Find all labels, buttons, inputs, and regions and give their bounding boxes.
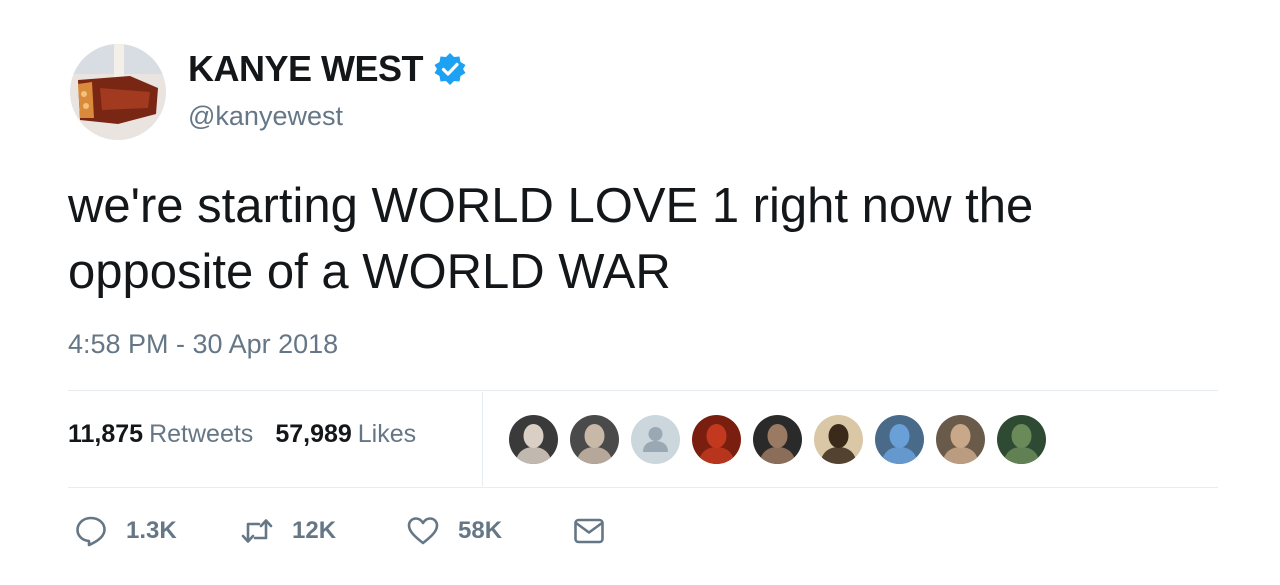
retweet-count: 12K bbox=[292, 517, 337, 544]
likes-stat[interactable]: 57,989 Likes bbox=[275, 420, 416, 449]
retweets-label: Retweets bbox=[149, 420, 254, 448]
liker-avatar[interactable] bbox=[996, 414, 1047, 465]
reply-button[interactable]: 1.3K bbox=[74, 514, 240, 548]
user-display-name-row[interactable]: KANYE WEST bbox=[188, 48, 467, 90]
liker-avatar[interactable] bbox=[874, 414, 925, 465]
tweet-timestamp[interactable]: 4:58 PM - 30 Apr 2018 bbox=[68, 329, 338, 360]
reply-icon bbox=[76, 516, 106, 547]
reply-count: 1.3K bbox=[126, 517, 177, 544]
liker-avatar[interactable] bbox=[569, 414, 620, 465]
retweet-icon bbox=[241, 519, 273, 543]
tweet-actions: 1.3K 12K 58K bbox=[74, 514, 606, 548]
divider-bottom bbox=[68, 487, 1218, 488]
likes-count: 57,989 bbox=[275, 420, 352, 448]
profile-avatar[interactable] bbox=[70, 44, 166, 140]
envelope-icon bbox=[574, 518, 604, 544]
user-display-name[interactable]: KANYE WEST bbox=[188, 48, 424, 90]
liker-avatar[interactable] bbox=[935, 414, 986, 465]
heart-icon bbox=[407, 517, 439, 545]
default-avatar-icon[interactable] bbox=[630, 414, 681, 465]
retweet-button[interactable]: 12K bbox=[240, 514, 406, 548]
likes-label: Likes bbox=[357, 420, 417, 448]
liker-avatars bbox=[508, 414, 1047, 465]
liker-avatar[interactable] bbox=[691, 414, 742, 465]
stats-separator bbox=[482, 392, 483, 486]
like-count: 58K bbox=[458, 517, 503, 544]
liker-avatar[interactable] bbox=[508, 414, 559, 465]
user-handle[interactable]: @kanyewest bbox=[188, 101, 343, 132]
direct-message-button[interactable] bbox=[572, 514, 606, 548]
tweet-stats: 11,875 Retweets 57,989 Likes bbox=[68, 420, 416, 449]
tweet-text: we're starting WORLD LOVE 1 right now th… bbox=[68, 179, 1034, 299]
like-button[interactable]: 58K bbox=[406, 514, 572, 548]
retweets-count: 11,875 bbox=[68, 420, 144, 448]
retweets-stat[interactable]: 11,875 Retweets bbox=[68, 420, 253, 449]
profile-avatar-image bbox=[70, 44, 166, 140]
liker-avatar[interactable] bbox=[752, 414, 803, 465]
liker-avatar[interactable] bbox=[813, 414, 864, 465]
verified-badge-icon bbox=[433, 52, 467, 86]
divider-top bbox=[68, 390, 1218, 391]
